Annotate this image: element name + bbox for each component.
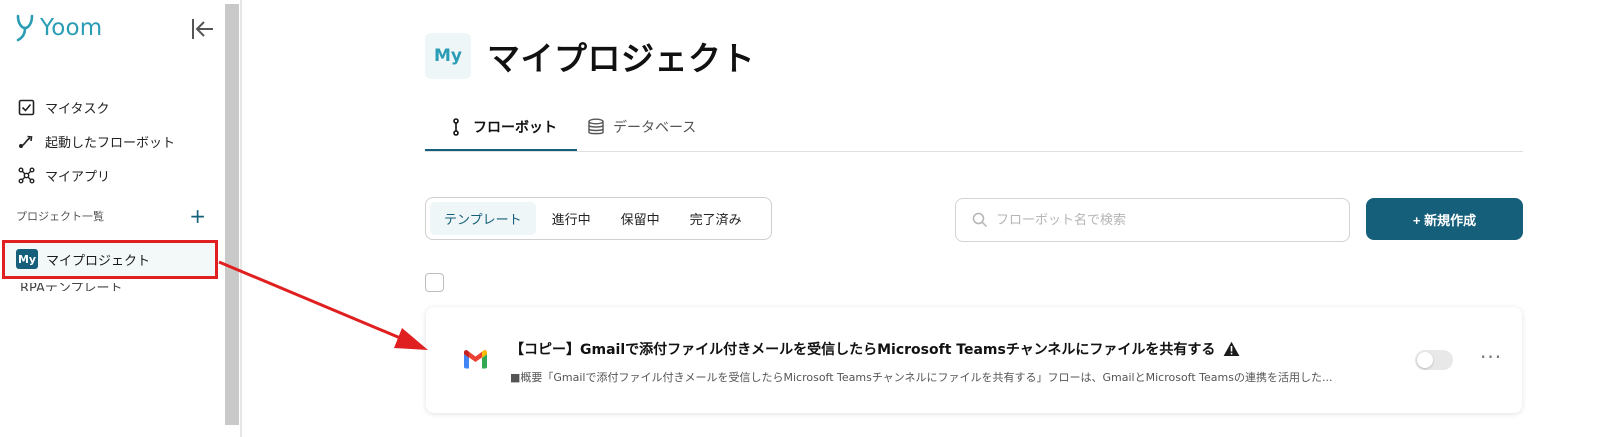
gmail-icon xyxy=(464,350,487,369)
sidebar-item-rpa-template[interactable]: RPAテンプレート xyxy=(20,283,170,291)
sidebar-item-started-flowbots[interactable]: 起動したフローボット xyxy=(18,124,175,158)
tab-database[interactable]: データベース xyxy=(577,104,716,150)
task-check-icon xyxy=(18,99,35,115)
collapse-left-icon[interactable] xyxy=(190,16,216,42)
apps-network-icon xyxy=(18,167,35,183)
flowbot-title-text: 【コピー】Gmailで添付ファイル付きメールを受信したらMicrosoft Te… xyxy=(510,342,1216,358)
tab-label: データベース xyxy=(613,120,697,136)
tab-label: フローボット xyxy=(473,119,557,136)
sidebar-divider xyxy=(240,0,242,437)
search-box xyxy=(955,198,1350,242)
tab-bar: フローボット データベース xyxy=(425,104,1523,152)
filter-on-hold[interactable]: 保留中 xyxy=(607,202,674,235)
project-list-label: プロジェクト一覧 xyxy=(16,210,104,223)
filter-in-progress[interactable]: 進行中 xyxy=(538,202,605,235)
select-all-checkbox[interactable] xyxy=(425,273,444,292)
filter-template[interactable]: テンプレート xyxy=(430,202,536,235)
flowbot-enable-toggle[interactable] xyxy=(1415,350,1453,370)
sidebar-item-label: RPAテンプレート xyxy=(20,283,123,291)
flowbot-icon xyxy=(453,117,459,136)
yoom-logo-icon xyxy=(16,14,34,42)
flowbot-title: 【コピー】Gmailで添付ファイル付きメールを受信したらMicrosoft Te… xyxy=(510,339,1240,359)
toggle-knob xyxy=(1417,352,1433,368)
search-input[interactable] xyxy=(996,212,1336,228)
new-create-button[interactable]: + 新規作成 xyxy=(1366,198,1523,240)
project-label: マイプロジェクト xyxy=(46,253,151,269)
sidebar: Yoom マイタスク 起動したフローボット マイアプリ プロジェクト一覧 + M… xyxy=(0,0,228,437)
logo-text: Yoom xyxy=(40,15,103,41)
sidebar-item-my-tasks[interactable]: マイタスク xyxy=(18,90,175,124)
more-options-button[interactable]: ··· xyxy=(1480,345,1502,369)
page-title: マイプロジェクト xyxy=(487,39,755,78)
sidebar-item-my-apps[interactable]: マイアプリ xyxy=(18,158,175,192)
warning-icon xyxy=(1224,341,1240,356)
sidebar-item-my-project[interactable]: My マイプロジェクト xyxy=(2,240,218,278)
sidebar-item-label: マイタスク xyxy=(45,101,110,117)
tab-flowbot[interactable]: フローボット xyxy=(425,104,577,151)
yoom-logo[interactable]: Yoom xyxy=(14,14,102,42)
project-title-badge: My xyxy=(425,33,471,79)
status-filter-group: テンプレート 進行中 保留中 完了済み xyxy=(425,197,772,240)
filter-completed[interactable]: 完了済み xyxy=(676,202,756,235)
project-badge: My xyxy=(16,249,38,269)
project-list-header: プロジェクト一覧 + xyxy=(16,206,206,226)
search-icon xyxy=(972,212,988,228)
flowbot-description: ■概要「Gmailで添付ファイル付きメールを受信したらMicrosoft Tea… xyxy=(510,371,1333,384)
sidebar-nav: マイタスク 起動したフローボット マイアプリ xyxy=(18,90,175,192)
sidebar-item-label: マイアプリ xyxy=(45,169,111,185)
database-icon xyxy=(588,118,604,135)
sidebar-scrollbar[interactable] xyxy=(225,4,239,425)
flow-started-icon xyxy=(19,135,33,148)
sidebar-item-label: 起動したフローボット xyxy=(45,135,176,151)
flowbot-card[interactable]: 【コピー】Gmailで添付ファイル付きメールを受信したらMicrosoft Te… xyxy=(426,307,1522,413)
add-project-button[interactable]: + xyxy=(189,206,206,226)
